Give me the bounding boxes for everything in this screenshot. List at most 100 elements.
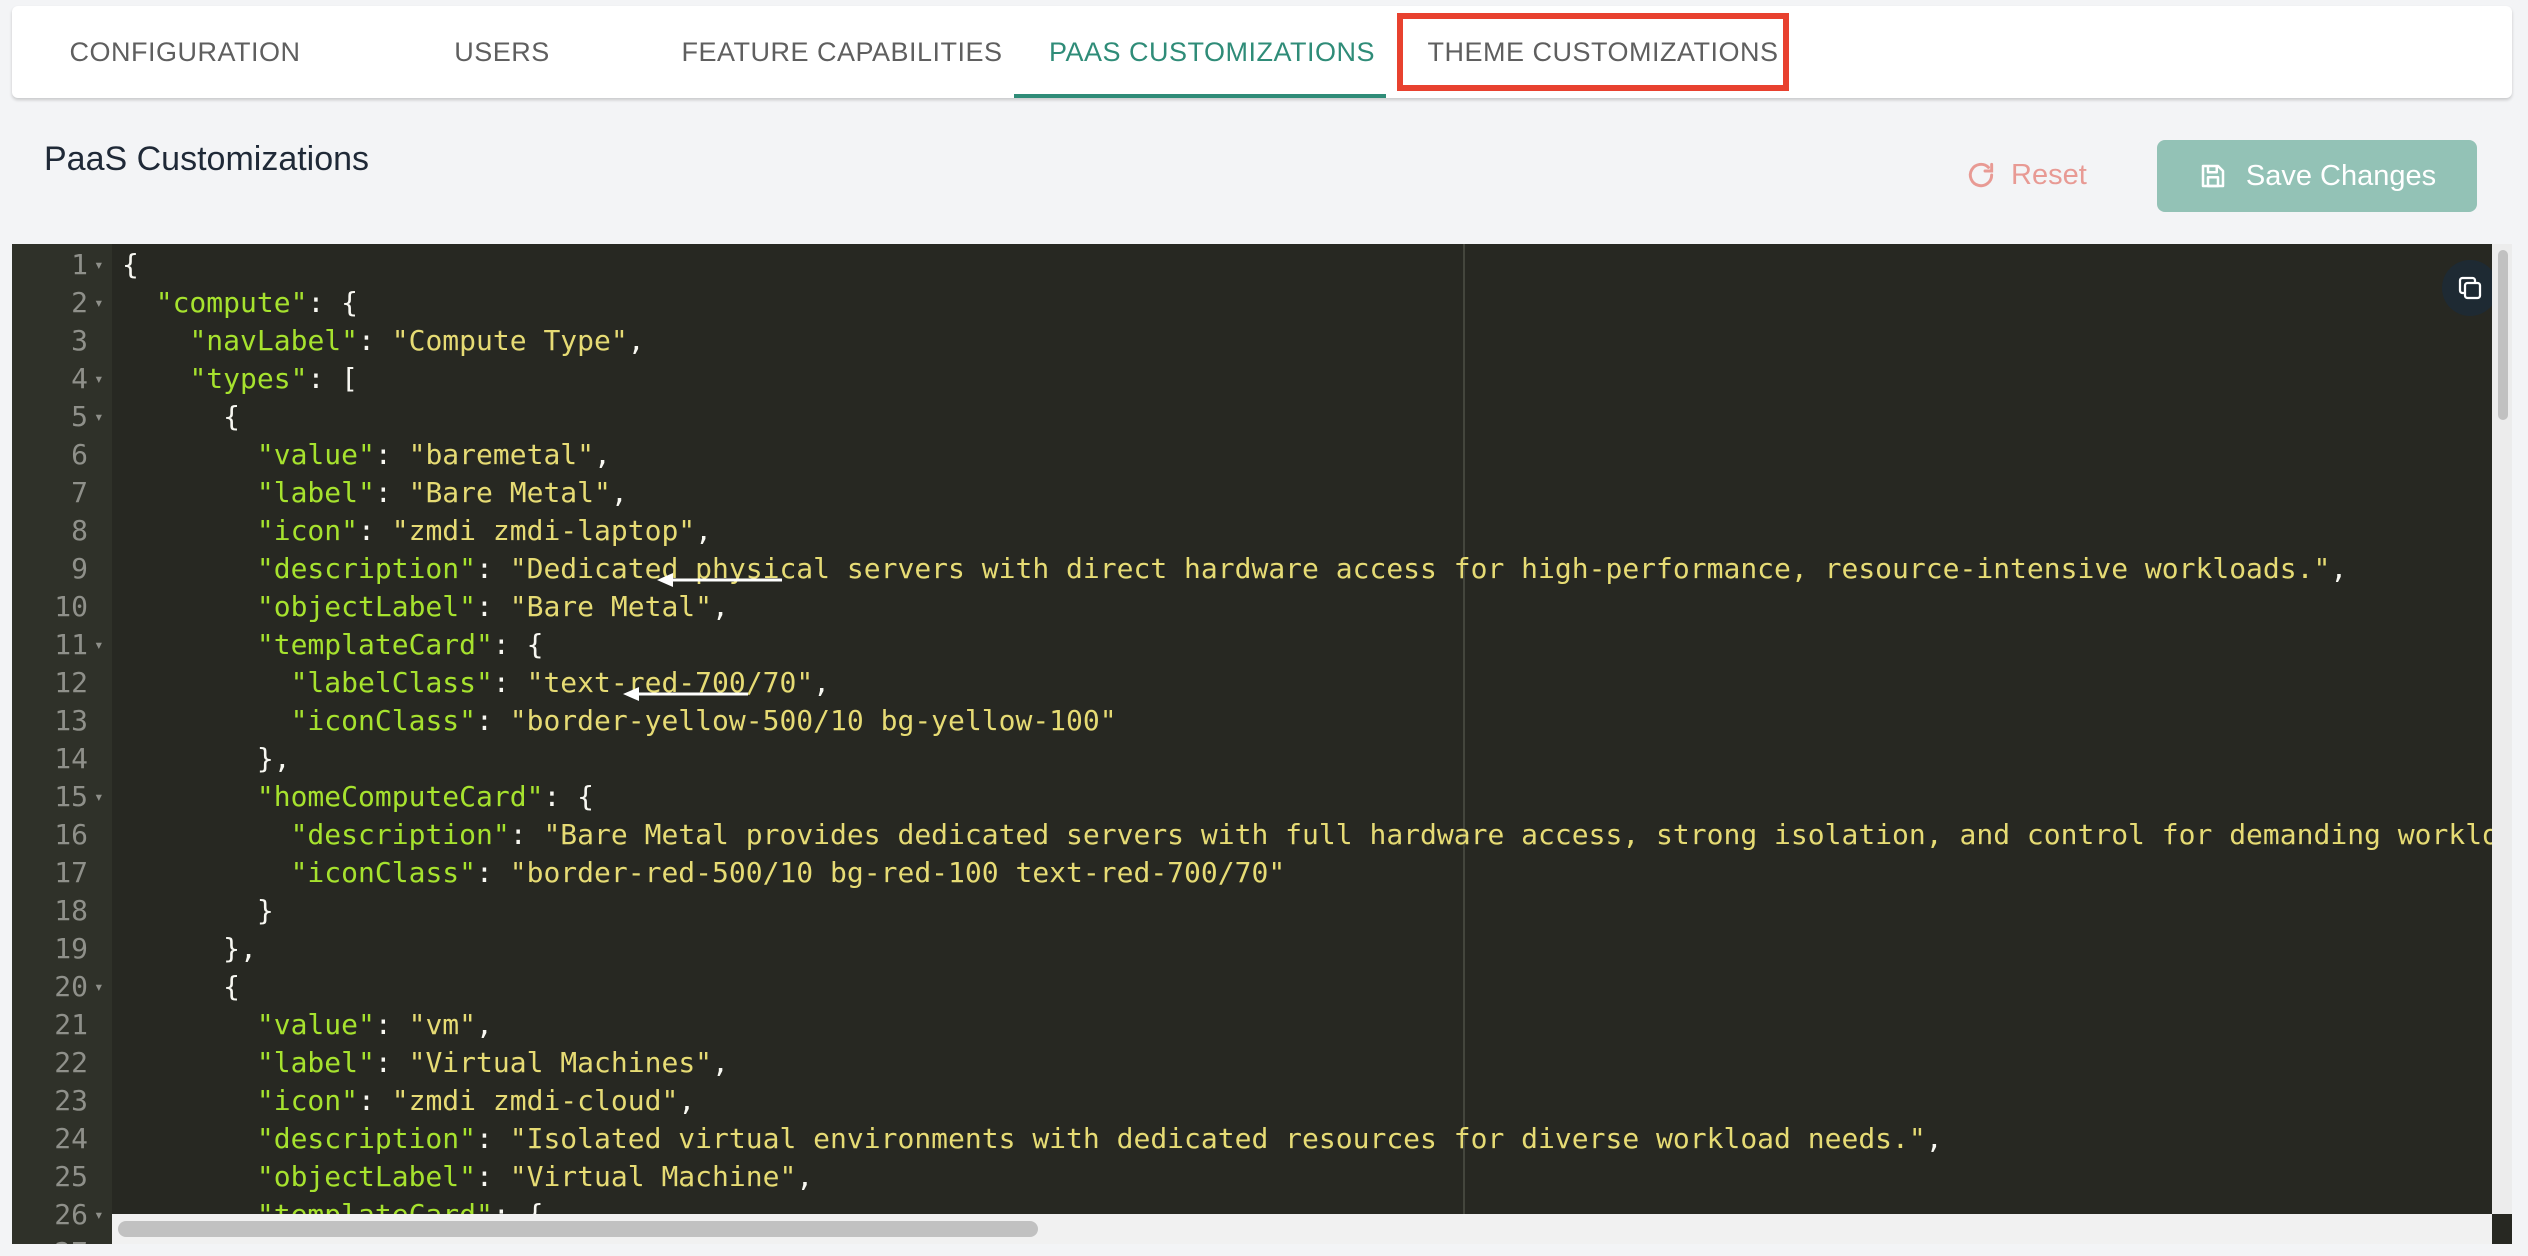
code-line: 8 "icon": "zmdi zmdi-laptop",: [12, 512, 2492, 550]
tab-bar: CONFIGURATION USERS FEATURE CAPABILITIES…: [12, 6, 2512, 98]
line-number: 22: [54, 1046, 88, 1079]
tab-feature-capabilities[interactable]: FEATURE CAPABILITIES: [672, 6, 1012, 98]
code-line: 11 ▾ "templateCard": {: [12, 626, 2492, 664]
arrow-annotation-value: [623, 687, 748, 701]
code-line: 12 "labelClass": "text-red-700/70",: [12, 664, 2492, 702]
line-number: 17: [54, 856, 88, 889]
code-line: 25 "objectLabel": "Virtual Machine",: [12, 1158, 2492, 1196]
fold-toggle-icon[interactable]: ▾: [94, 246, 104, 284]
copy-button[interactable]: [2442, 260, 2498, 316]
code-line: 7 "label": "Bare Metal",: [12, 474, 2492, 512]
line-number: 14: [54, 742, 88, 775]
fold-toggle-icon[interactable]: ▾: [94, 1196, 104, 1234]
line-number: 9: [71, 552, 88, 585]
copy-icon: [2458, 276, 2482, 300]
line-number: 10: [54, 590, 88, 623]
tab-users[interactable]: USERS: [432, 6, 572, 98]
code-line: 13 "iconClass": "border-yellow-500/10 bg…: [12, 702, 2492, 740]
code-line: 21 "value": "vm",: [12, 1006, 2492, 1044]
code-text: {: [122, 400, 241, 433]
code-text: }: [122, 894, 274, 927]
code-text: "description": "Bare Metal provides dedi…: [290, 818, 2499, 851]
code-line: 1 ▾ {: [12, 246, 2492, 284]
code-text: "iconClass": "border-yellow-500/10 bg-ye…: [290, 704, 1117, 737]
line-number: 16: [54, 818, 88, 851]
save-changes-button[interactable]: Save Changes: [2157, 140, 2477, 212]
code-line: 20 ▾ {: [12, 968, 2492, 1006]
fold-toggle-icon[interactable]: ▾: [94, 626, 104, 664]
code-lines: 1 ▾{2 ▾ "compute": {3 "navLabel": "Compute…: [12, 246, 2499, 1244]
fold-toggle-icon[interactable]: ▾: [94, 398, 104, 436]
floppy-disk-icon: [2201, 164, 2225, 188]
line-number: 18: [54, 894, 88, 927]
line-number: 7: [71, 476, 88, 509]
code-text: "navLabel": "Compute Type",: [189, 324, 645, 357]
line-number: 24: [54, 1122, 88, 1155]
code-line: 16 "description": "Bare Metal provides d…: [12, 816, 2499, 854]
fold-toggle-icon[interactable]: ▾: [94, 968, 104, 1006]
line-number: 4: [71, 362, 88, 395]
line-number: 21: [54, 1008, 88, 1041]
code-line: 5 ▾ {: [12, 398, 2492, 436]
fold-toggle-icon[interactable]: ▾: [94, 778, 104, 816]
vertical-scrollbar-thumb[interactable]: [2498, 250, 2508, 420]
line-number: 13: [54, 704, 88, 737]
line-number: 26: [54, 1198, 88, 1231]
code-text: {: [122, 248, 139, 281]
annotation-highlight-box: [1397, 13, 1789, 91]
code-line: 2 ▾ "compute": {: [12, 284, 2492, 322]
code-text: "description": "Isolated virtual environ…: [256, 1122, 1943, 1155]
arrow-annotation-navlabel: [657, 573, 782, 587]
line-number: 20: [54, 970, 88, 1003]
reset-button[interactable]: Reset: [1965, 140, 2105, 210]
code-line: 17 "iconClass": "border-red-500/10 bg-re…: [12, 854, 2492, 892]
code-line: 19 },: [12, 930, 2492, 968]
code-text: "icon": "zmdi zmdi-cloud",: [256, 1084, 696, 1117]
line-number: 3: [71, 324, 88, 357]
active-tab-indicator: [1014, 94, 1386, 98]
reset-label: Reset: [2011, 158, 2087, 191]
code-text: "iconClass": "border-red-500/10 bg-red-1…: [290, 856, 1286, 889]
fold-toggle-icon[interactable]: ▾: [94, 360, 104, 398]
code-text: },: [122, 742, 291, 775]
code-line: 22 "label": "Virtual Machines",: [12, 1044, 2492, 1082]
line-number: 1: [71, 248, 88, 281]
code-text: "value": "baremetal",: [256, 438, 611, 471]
line-number: 2: [71, 286, 88, 319]
line-number: 27: [12, 1234, 88, 1244]
line-number: 5: [71, 400, 88, 433]
fold-toggle-icon[interactable]: ▾: [94, 284, 104, 322]
horizontal-scrollbar-thumb[interactable]: [118, 1221, 1038, 1237]
tab-paas-customizations[interactable]: PAAS CUSTOMIZATIONS: [1026, 6, 1398, 98]
line-number: 12: [54, 666, 88, 699]
code-text: "value": "vm",: [256, 1008, 493, 1041]
save-changes-label: Save Changes: [2245, 159, 2437, 192]
code-line: 3 "navLabel": "Compute Type",: [12, 322, 2492, 360]
code-line: 15 ▾ "homeComputeCard": {: [12, 778, 2492, 816]
line-number: 19: [54, 932, 88, 965]
code-text: "icon": "zmdi zmdi-laptop",: [256, 514, 713, 547]
code-line: 4 ▾ "types": [: [12, 360, 2492, 398]
code-line: 10 "objectLabel": "Bare Metal",: [12, 588, 2492, 626]
code-text: "objectLabel": "Bare Metal",: [256, 590, 729, 623]
code-text: "types": [: [189, 362, 359, 395]
code-line: 9 "description": "Dedicated physical ser…: [12, 550, 2492, 588]
page-title: PaaS Customizations: [44, 140, 370, 178]
code-text: "label": "Virtual Machines",: [256, 1046, 729, 1079]
code-text: "description": "Dedicated physical serve…: [256, 552, 2348, 585]
code-line: 6 "value": "baremetal",: [12, 436, 2492, 474]
code-text: "homeComputeCard": {: [256, 780, 595, 813]
code-text: "objectLabel": "Virtual Machine",: [256, 1160, 814, 1193]
code-text: "label": "Bare Metal",: [256, 476, 628, 509]
code-text: "templateCard": {: [256, 628, 544, 661]
line-number: 15: [54, 780, 88, 813]
tab-configuration[interactable]: CONFIGURATION: [60, 6, 310, 98]
line-number: 25: [54, 1160, 88, 1193]
line-number: 6: [71, 438, 88, 471]
line-number: 23: [54, 1084, 88, 1117]
code-line: 18 }: [12, 892, 2492, 930]
refresh-icon: [1968, 162, 1994, 188]
code-text: {: [122, 970, 241, 1003]
line-number: 8: [71, 514, 88, 547]
json-code-editor[interactable]: 1 ▾{2 ▾ "compute": {3 "navLabel": "Compute…: [12, 244, 2512, 1244]
